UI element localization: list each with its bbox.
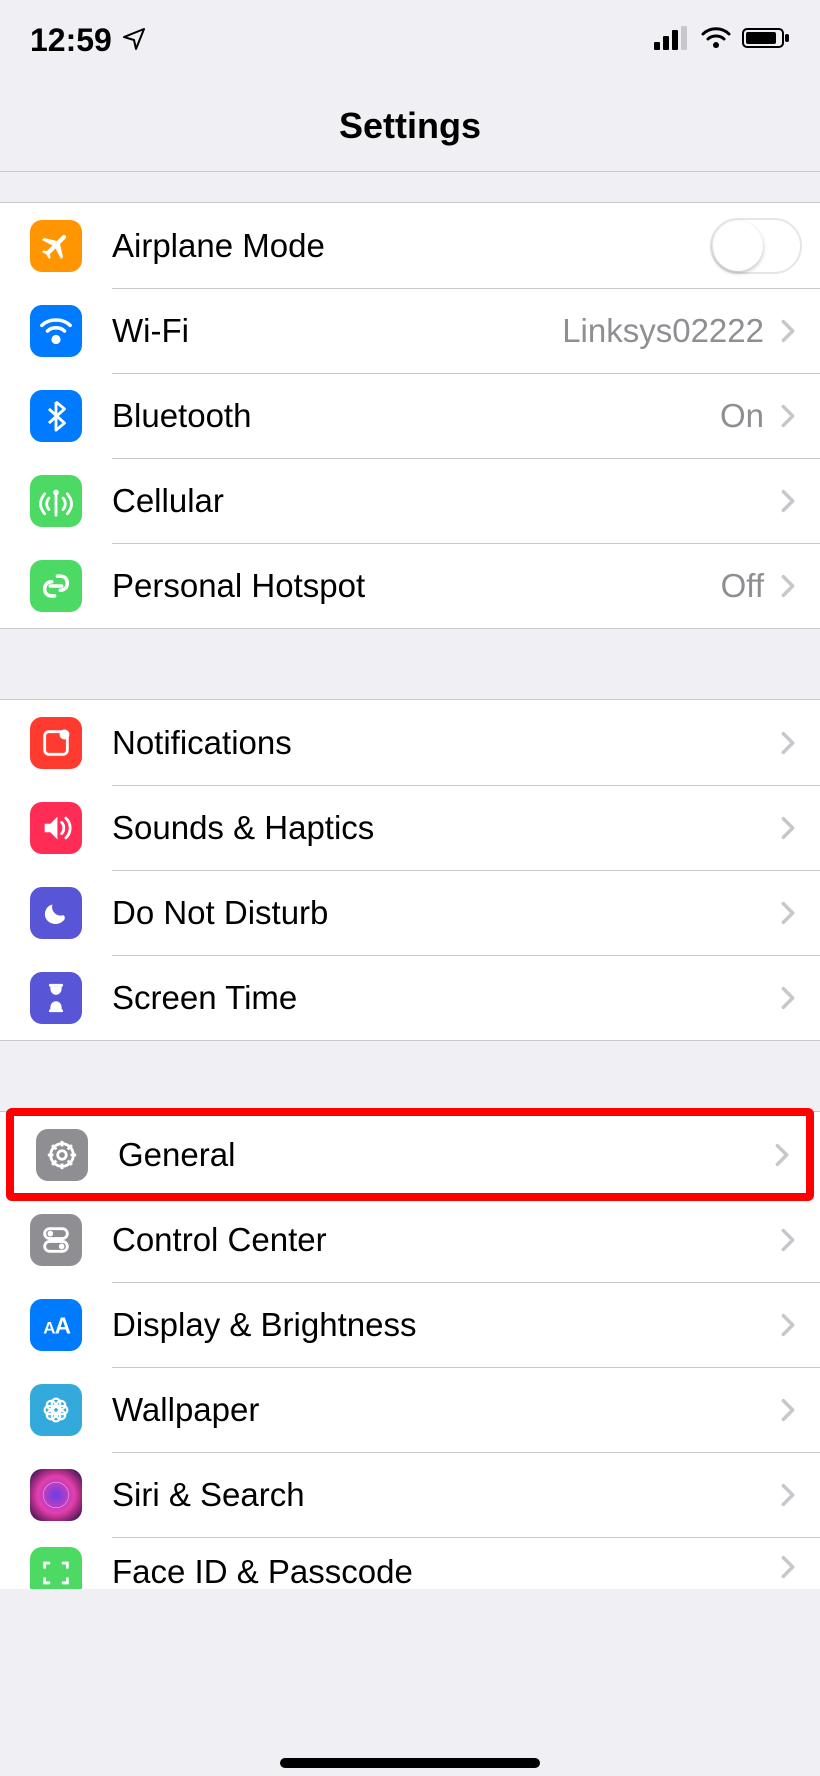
wifi-settings-icon <box>30 305 82 357</box>
row-label: Display & Brightness <box>112 1306 774 1344</box>
home-indicator[interactable] <box>280 1758 540 1768</box>
row-general[interactable]: General <box>14 1116 806 1193</box>
row-detail: Linksys02222 <box>562 312 764 350</box>
chevron-right-icon <box>774 317 802 345</box>
row-label: Wallpaper <box>112 1391 774 1429</box>
bluetooth-icon <box>30 390 82 442</box>
row-sounds-haptics[interactable]: Sounds & Haptics <box>0 785 820 870</box>
row-wifi[interactable]: Wi-Fi Linksys02222 <box>0 288 820 373</box>
switch-knob <box>713 221 763 271</box>
row-label: Cellular <box>112 482 774 520</box>
wifi-icon <box>700 26 732 55</box>
row-control-center[interactable]: Control Center <box>0 1197 820 1282</box>
section-gap <box>0 172 820 202</box>
row-label: Do Not Disturb <box>112 894 774 932</box>
chevron-right-icon <box>774 1481 802 1509</box>
row-general-highlighted: General <box>6 1108 814 1201</box>
row-screen-time[interactable]: Screen Time <box>0 955 820 1040</box>
faceid-icon <box>30 1547 82 1589</box>
chevron-right-icon <box>774 1553 802 1581</box>
row-notifications[interactable]: Notifications <box>0 700 820 785</box>
row-bluetooth[interactable]: Bluetooth On <box>0 373 820 458</box>
row-label: Screen Time <box>112 979 774 1017</box>
row-personal-hotspot[interactable]: Personal Hotspot Off <box>0 543 820 628</box>
hotspot-icon <box>30 560 82 612</box>
row-label: Wi-Fi <box>112 312 562 350</box>
settings-group-notifications: Notifications Sounds & Haptics Do Not Di… <box>0 699 820 1041</box>
chevron-right-icon <box>774 1396 802 1424</box>
row-label: Sounds & Haptics <box>112 809 774 847</box>
chevron-right-icon <box>774 1311 802 1339</box>
section-gap <box>0 629 820 699</box>
settings-group-connectivity: Airplane Mode Wi-Fi Linksys02222 Bluetoo… <box>0 202 820 629</box>
chevron-right-icon <box>774 487 802 515</box>
screentime-icon <box>30 972 82 1024</box>
chevron-right-icon <box>768 1141 796 1169</box>
settings-group-general: General Control Center AA Display & Brig… <box>0 1111 820 1589</box>
row-detail: On <box>720 397 764 435</box>
airplane-icon <box>30 220 82 272</box>
row-label: Bluetooth <box>112 397 720 435</box>
status-bar: 12:59 <box>0 0 820 80</box>
chevron-right-icon <box>774 572 802 600</box>
row-wallpaper[interactable]: Wallpaper <box>0 1367 820 1452</box>
status-left: 12:59 <box>30 22 146 59</box>
battery-icon <box>742 26 790 55</box>
row-label: Face ID & Passcode <box>112 1553 774 1589</box>
cellular-icon <box>30 475 82 527</box>
row-siri-search[interactable]: Siri & Search <box>0 1452 820 1537</box>
row-label: Airplane Mode <box>112 227 710 265</box>
svg-text:A: A <box>55 1312 71 1338</box>
status-time: 12:59 <box>30 22 112 59</box>
chevron-right-icon <box>774 984 802 1012</box>
row-label: Notifications <box>112 724 774 762</box>
siri-icon <box>30 1469 82 1521</box>
wallpaper-icon <box>30 1384 82 1436</box>
cellular-signal-icon <box>654 26 690 55</box>
row-detail: Off <box>721 567 764 605</box>
section-gap <box>0 1041 820 1111</box>
dnd-icon <box>30 887 82 939</box>
status-right <box>654 26 790 55</box>
chevron-right-icon <box>774 402 802 430</box>
chevron-right-icon <box>774 729 802 757</box>
chevron-right-icon <box>774 899 802 927</box>
notifications-icon <box>30 717 82 769</box>
chevron-right-icon <box>774 814 802 842</box>
row-display-brightness[interactable]: AA Display & Brightness <box>0 1282 820 1367</box>
row-airplane-mode[interactable]: Airplane Mode <box>0 203 820 288</box>
sounds-icon <box>30 802 82 854</box>
nav-bar: Settings <box>0 80 820 172</box>
row-do-not-disturb[interactable]: Do Not Disturb <box>0 870 820 955</box>
control-center-icon <box>30 1214 82 1266</box>
row-label: Siri & Search <box>112 1476 774 1514</box>
chevron-right-icon <box>774 1226 802 1254</box>
display-icon: AA <box>30 1299 82 1351</box>
airplane-mode-switch[interactable] <box>710 218 802 274</box>
general-icon <box>36 1129 88 1181</box>
row-label: Control Center <box>112 1221 774 1259</box>
row-label: Personal Hotspot <box>112 567 721 605</box>
location-icon <box>122 22 146 59</box>
row-label: General <box>118 1136 768 1174</box>
row-face-id-passcode[interactable]: Face ID & Passcode <box>0 1537 820 1589</box>
page-title: Settings <box>339 105 481 147</box>
row-cellular[interactable]: Cellular <box>0 458 820 543</box>
